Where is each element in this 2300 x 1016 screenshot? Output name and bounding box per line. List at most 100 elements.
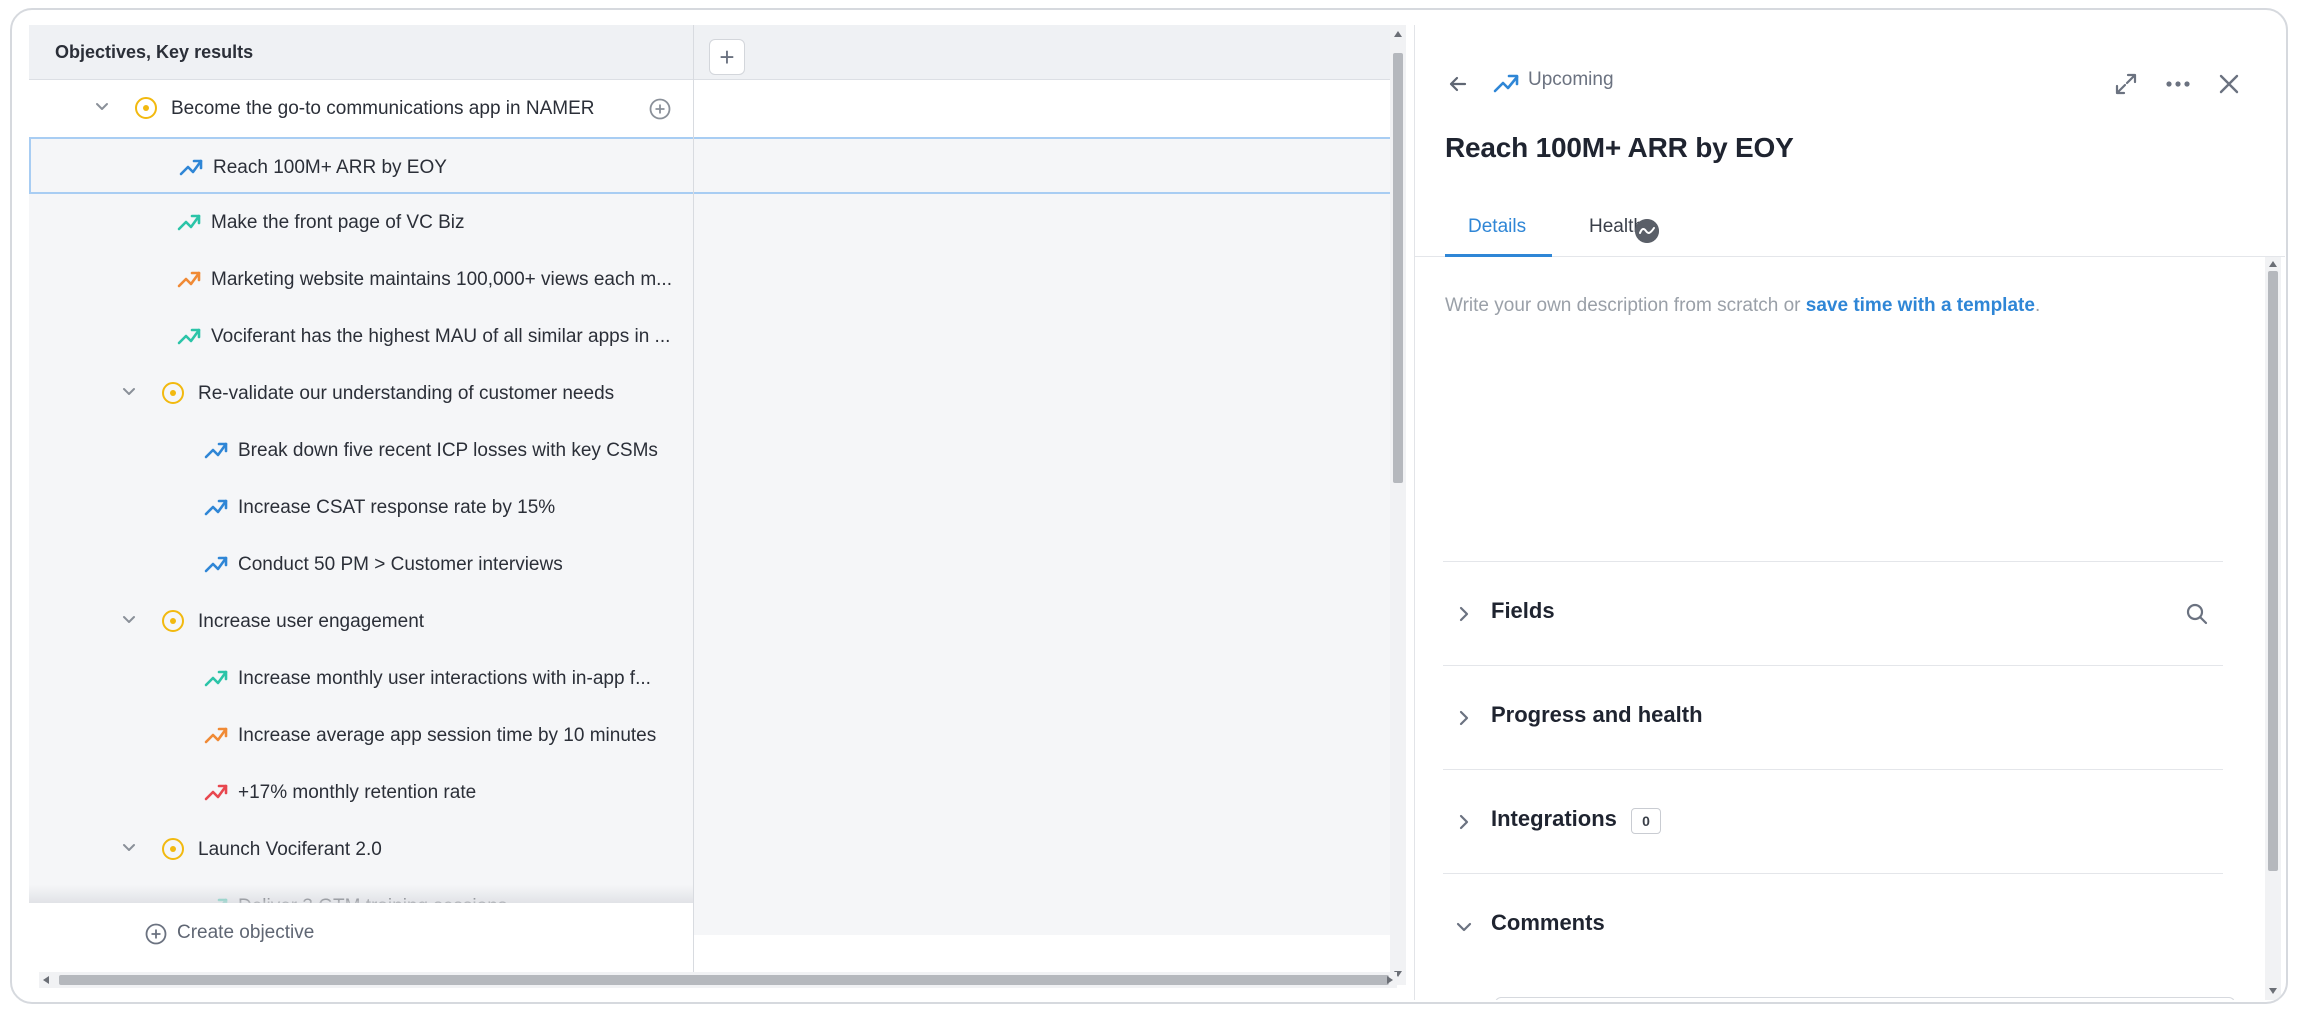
status-label[interactable]: Upcoming [1528, 69, 1614, 91]
chevron-right-icon [1459, 606, 1469, 622]
chevron-down-icon[interactable] [122, 613, 136, 627]
comment-input[interactable] [1495, 997, 2235, 1000]
row-label[interactable]: Marketing website maintains 100,000+ vie… [211, 251, 672, 308]
row-label[interactable]: Increase monthly user interactions with … [238, 650, 651, 707]
description-prefix: Write your own description from scratch … [1445, 295, 1806, 316]
trend-up-icon [179, 159, 203, 176]
progress-health-section[interactable]: Progress and health [1443, 665, 2223, 769]
objective-row[interactable]: Re-validate our understanding of custome… [29, 365, 1395, 422]
row-label[interactable]: Reach 100M+ ARR by EOY [213, 139, 447, 196]
more-horizontal-icon[interactable] [2163, 71, 2193, 97]
chevron-down-icon[interactable] [122, 841, 136, 855]
integrations-count-badge: 0 [1631, 808, 1661, 834]
key-result-row[interactable]: Conduct 50 PM > Customer interviews [29, 536, 1395, 593]
add-child-plus-icon[interactable] [649, 98, 671, 120]
detail-panel: Upcoming Reach 100M+ ARR by EOY Details … [1414, 25, 2285, 1000]
row-label[interactable]: Conduct 50 PM > Customer interviews [238, 536, 563, 593]
chevron-right-icon [1459, 710, 1469, 726]
section-title: Comments [1491, 910, 1605, 935]
key-result-row[interactable]: Increase monthly user interactions with … [29, 650, 1395, 707]
scroll-up-arrow-icon[interactable] [2269, 261, 2277, 267]
scroll-left-arrow-icon[interactable] [43, 976, 49, 984]
create-objective-button[interactable]: Create objective [29, 903, 693, 963]
chevron-down-icon[interactable] [95, 100, 109, 114]
expand-icon[interactable] [2113, 71, 2139, 97]
plus-circle-icon [145, 923, 167, 945]
row-cell: Vociferant has the highest MAU of all si… [29, 308, 693, 365]
section-title: Integrations [1491, 806, 1617, 831]
row-cell: Increase user engagement [29, 593, 693, 650]
key-result-row[interactable]: Make the front page of VC Biz [29, 194, 1395, 251]
scroll-up-arrow-icon[interactable] [1394, 31, 1402, 37]
comments-section[interactable]: Comments [1443, 873, 2223, 977]
close-icon[interactable] [2215, 70, 2243, 98]
row-label[interactable]: Launch Vociferant 2.0 [198, 821, 382, 878]
key-result-row[interactable]: Break down five recent ICP losses with k… [29, 422, 1395, 479]
row-label[interactable]: Vociferant has the highest MAU of all si… [211, 308, 670, 365]
scrollbar-thumb[interactable] [1393, 53, 1403, 483]
row-label[interactable]: +17% monthly retention rate [238, 764, 476, 821]
key-result-row[interactable]: Increase CSAT response rate by 15% [29, 479, 1395, 536]
scrollbar-thumb[interactable] [59, 975, 1389, 985]
arrow-left-icon[interactable] [1445, 71, 1471, 97]
scroll-down-arrow-icon[interactable] [2269, 988, 2277, 994]
template-link[interactable]: save time with a template [1806, 295, 2035, 316]
grid-rows: Become the go-to communications app in N… [29, 80, 1395, 935]
rows-fade [29, 885, 693, 903]
panel-vertical-scrollbar[interactable] [2265, 257, 2281, 1000]
key-result-row[interactable]: +17% monthly retention rate [29, 764, 1395, 821]
key-result-row[interactable]: Marketing website maintains 100,000+ vie… [29, 251, 1395, 308]
row-cell: Launch Vociferant 2.0 [29, 821, 693, 878]
chevron-right-icon [1459, 814, 1469, 830]
row-cell: Make the front page of VC Biz [29, 194, 693, 251]
objective-target-icon [162, 838, 184, 860]
fields-section[interactable]: Fields [1443, 561, 2223, 665]
key-result-row[interactable]: Reach 100M+ ARR by EOY [29, 137, 1395, 194]
panel-title[interactable]: Reach 100M+ ARR by EOY [1445, 132, 1794, 164]
key-result-row[interactable]: Vociferant has the highest MAU of all si… [29, 308, 1395, 365]
trend-up-icon [177, 271, 201, 288]
row-cell: Conduct 50 PM > Customer interviews [29, 536, 693, 593]
health-pulse-icon [1635, 219, 1659, 243]
objective-target-icon [162, 610, 184, 632]
scrollbar-thumb[interactable] [2268, 271, 2278, 871]
objective-row[interactable]: Increase user engagement [29, 593, 1395, 650]
objective-row[interactable]: Launch Vociferant 2.0 [29, 821, 1395, 878]
section-title: Fields [1491, 598, 1555, 623]
app-window: Objectives, Key results + Become the go-… [10, 8, 2288, 1004]
trend-up-icon [204, 727, 228, 744]
row-cell: Increase monthly user interactions with … [29, 650, 693, 707]
add-column-button[interactable]: + [709, 39, 745, 75]
column-divider[interactable] [693, 25, 694, 985]
grid-vertical-scrollbar[interactable] [1390, 25, 1406, 985]
tab-details[interactable]: Details [1445, 205, 1552, 257]
okr-grid: Objectives, Key results + Become the go-… [29, 25, 1414, 1000]
description-placeholder[interactable]: Write your own description from scratch … [1445, 295, 2040, 317]
row-label[interactable]: Increase CSAT response rate by 15% [238, 479, 555, 536]
row-cell: Reach 100M+ ARR by EOY [31, 139, 695, 192]
scroll-right-arrow-icon[interactable] [1387, 976, 1393, 984]
row-cell: Re-validate our understanding of custome… [29, 365, 693, 422]
trend-up-icon [204, 556, 228, 573]
panel-tabs: Details Health [1415, 205, 2285, 257]
panel-body: Write your own description from scratch … [1415, 257, 2285, 1000]
objective-row[interactable]: Become the go-to communications app in N… [29, 80, 1395, 137]
row-label[interactable]: Become the go-to communications app in N… [171, 80, 594, 137]
row-label[interactable]: Increase average app session time by 10 … [238, 707, 656, 764]
integrations-section[interactable]: Integrations 0 [1443, 769, 2223, 873]
row-label[interactable]: Increase user engagement [198, 593, 424, 650]
row-label[interactable]: Re-validate our understanding of custome… [198, 365, 614, 422]
trend-up-icon [204, 442, 228, 459]
chevron-down-icon [1456, 922, 1472, 932]
row-cell: +17% monthly retention rate [29, 764, 693, 821]
row-cell: Increase average app session time by 10 … [29, 707, 693, 764]
row-label[interactable]: Break down five recent ICP losses with k… [238, 422, 658, 479]
search-icon[interactable] [2185, 602, 2209, 626]
trend-up-icon [204, 499, 228, 516]
row-label[interactable]: Make the front page of VC Biz [211, 194, 464, 251]
section-title: Progress and health [1491, 702, 1703, 727]
grid-horizontal-scrollbar[interactable] [39, 972, 1397, 988]
key-result-row[interactable]: Increase average app session time by 10 … [29, 707, 1395, 764]
chevron-down-icon[interactable] [122, 385, 136, 399]
objective-target-icon [135, 97, 157, 119]
